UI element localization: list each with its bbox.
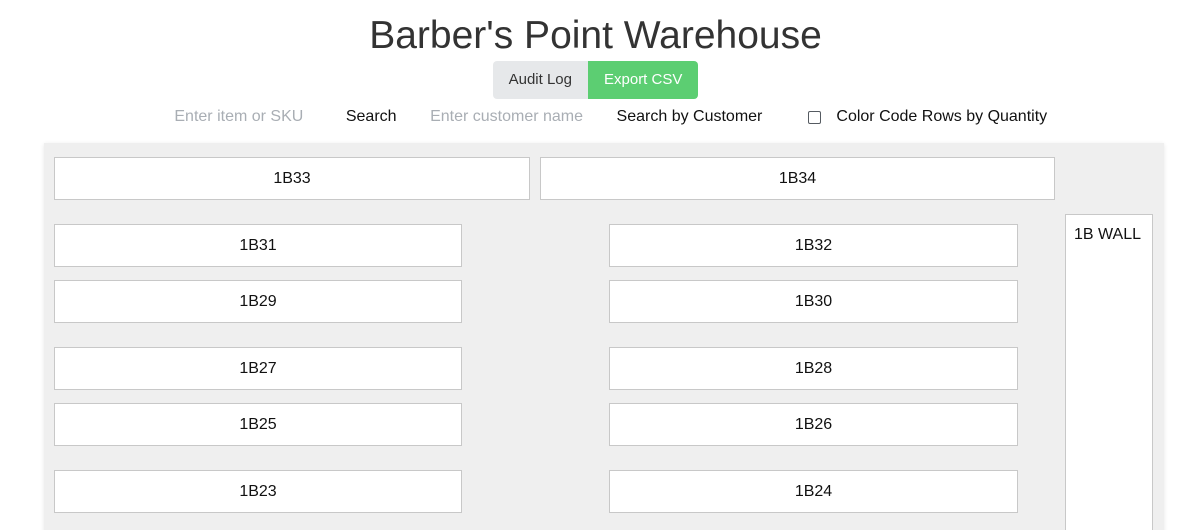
search-bar: Search Search by Customer Color Code Row… [0, 108, 1191, 126]
search-by-customer-button[interactable]: Search by Customer [605, 108, 775, 126]
audit-log-button[interactable]: Audit Log [492, 61, 588, 99]
color-code-checkbox[interactable] [808, 110, 822, 124]
rack-cell-label: 1B28 [794, 359, 833, 377]
rack-cell-label: 1B27 [239, 359, 277, 377]
item-sku-search-input[interactable] [143, 108, 334, 126]
customer-search-input[interactable] [408, 108, 605, 126]
warehouse-map: 1B33 1B34 1B31 1B32 1B29 1B30 1B27 1B28 1B25 1B26… [44, 143, 1164, 530]
rack-cell[interactable]: 1B24 [609, 470, 1018, 513]
rack-cell-label: 1B25 [239, 415, 277, 433]
page-title: Barber's Point Warehouse [369, 14, 822, 57]
export-csv-button[interactable]: Export CSV [588, 61, 699, 99]
rack-cell[interactable]: 1B23 [54, 470, 462, 513]
rack-cell[interactable]: 1B25 [54, 403, 462, 446]
rack-cell-label: 1B30 [794, 292, 833, 310]
rack-cell-label: 1B31 [239, 236, 277, 254]
rack-cell[interactable]: 1B29 [54, 280, 462, 323]
rack-cell-label: 1B26 [794, 415, 833, 433]
rack-cell-label: 1B33 [273, 169, 311, 187]
rack-cell[interactable]: 1B31 [54, 224, 462, 267]
app-root: Barber's Point Warehouse Audit Log Expor… [0, 0, 1191, 530]
rack-cell[interactable]: 1B28 [609, 347, 1018, 390]
search-button[interactable]: Search [334, 108, 409, 126]
rack-cell-label: 1B24 [794, 482, 833, 500]
rack-cell[interactable]: 1B30 [609, 280, 1018, 323]
toolbar: Audit Log Export CSV [0, 61, 1191, 99]
rack-grid: 1B33 1B34 1B31 1B32 1B29 1B30 1B27 1B28 1B25 1B26… [44, 143, 1164, 530]
rack-cell[interactable]: 1B27 [54, 347, 462, 390]
rack-cell[interactable]: 1B26 [609, 403, 1018, 446]
rack-cell[interactable]: 1B32 [609, 224, 1018, 267]
color-code-toggle: Color Code Rows by Quantity [808, 108, 1047, 126]
rack-cell[interactable]: 1B34 [540, 157, 1055, 200]
rack-cell-label: 1B29 [239, 292, 277, 310]
wall-section-1b[interactable]: 1B WALL [1065, 214, 1153, 530]
rack-cell-label: 1B23 [239, 482, 277, 500]
rack-cell[interactable]: 1B33 [54, 157, 530, 200]
rack-cell-label: 1B32 [794, 236, 833, 254]
rack-cell-label: 1B34 [778, 169, 817, 187]
wall-label: 1B WALL [1074, 226, 1141, 243]
color-code-label: Color Code Rows by Quantity [836, 108, 1048, 125]
